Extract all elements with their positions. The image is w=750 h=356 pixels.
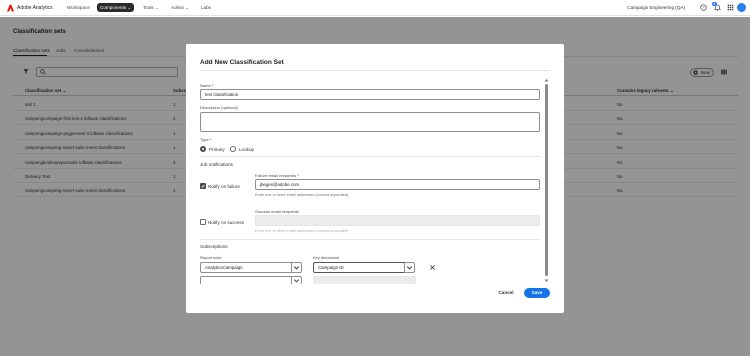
dialog-title: Add New Classification Set [200, 59, 284, 66]
cancel-button[interactable]: Cancel [493, 288, 519, 298]
svg-text:?: ? [702, 5, 705, 10]
report-suite-select[interactable]: AnalyticsCampaign [200, 262, 292, 273]
failure-email-field[interactable]: jbeges@adobe.com [255, 179, 540, 190]
nav-components[interactable]: Components ⌄ [97, 3, 135, 12]
report-suite-dropdown-button-new[interactable] [291, 276, 302, 284]
success-email-field[interactable] [255, 215, 540, 226]
chevron-down-icon [293, 266, 300, 270]
nav-tools-label: Tools [143, 5, 154, 10]
failure-email-label: Failure email recipients * [255, 173, 299, 178]
dialog-divider [200, 70, 550, 71]
report-suite-dropdown-button[interactable] [291, 262, 302, 273]
section-divider [200, 156, 540, 157]
chevron-down-icon: ⌄ [155, 5, 159, 10]
type-lookup-radio[interactable] [230, 146, 236, 152]
nav-admin-label: Admin [171, 5, 185, 10]
checkmark-icon [201, 184, 205, 188]
nav-workspace[interactable]: Workspace [67, 5, 90, 10]
notify-success-checkbox[interactable] [200, 219, 206, 225]
top-nav: Adobe Analytics Workspace Components ⌄ T… [0, 0, 750, 16]
scroll-down-icon[interactable] [544, 279, 549, 283]
key-dimension-dropdown-button[interactable] [404, 262, 415, 273]
job-notifications-title: Job notifications [200, 162, 233, 167]
dialog-scrollbar[interactable] [545, 84, 548, 276]
description-field[interactable] [200, 112, 540, 132]
add-classification-set-dialog: Add New Classification Set Name * test c… [186, 44, 564, 313]
type-primary-radio[interactable] [200, 146, 206, 152]
chevron-down-icon: ⌄ [185, 5, 190, 10]
success-email-label: Success email recipients [255, 209, 300, 214]
avatar[interactable] [737, 3, 746, 12]
nav-labs[interactable]: Labs [201, 5, 211, 10]
type-primary-label: Primary [209, 147, 225, 152]
adobe-logo-icon [7, 4, 14, 12]
chevron-down-icon [406, 266, 413, 270]
description-label: Description (optional) [200, 105, 238, 110]
save-button[interactable]: Save [524, 288, 550, 298]
section-divider [200, 239, 540, 240]
apps-icon[interactable] [727, 4, 734, 11]
report-suite-select-new[interactable] [200, 276, 292, 284]
app-title: Adobe Analytics [17, 5, 53, 11]
failure-email-help: Enter one or more email addresses (comma… [255, 193, 349, 197]
remove-subscription-icon[interactable] [429, 264, 436, 271]
report-suite-label: Report suite [200, 255, 222, 260]
nav-tools[interactable]: Tools ⌄ [143, 5, 159, 11]
success-email-help: Enter one or more email addresses (comma… [255, 229, 349, 233]
help-icon[interactable]: ? [700, 4, 707, 11]
nav-components-label: Components [100, 5, 127, 10]
chevron-down-icon [293, 279, 300, 283]
name-label: Name * [200, 83, 214, 88]
type-label: Type * [200, 137, 212, 142]
subscriptions-title: Subscriptions [200, 244, 228, 249]
notification-badge: 8 [712, 2, 717, 6]
scroll-up-icon[interactable] [544, 78, 549, 82]
type-lookup-label: Lookup [239, 147, 255, 152]
key-dimension-label: Key dimension [313, 255, 340, 260]
notify-failure-label: Notify on failure [208, 184, 240, 189]
org-switcher[interactable]: Campaign Engineering (QA) [627, 5, 685, 10]
notify-failure-checkbox[interactable] [200, 183, 206, 189]
nav-admin[interactable]: Admin ⌄ [171, 5, 189, 11]
name-field[interactable]: test classification [200, 89, 540, 100]
key-dimension-select-new[interactable] [313, 276, 416, 284]
chevron-down-icon: ⌄ [127, 5, 132, 10]
notify-success-label: Notify on success [208, 220, 244, 225]
key-dimension-select[interactable]: Campaign ID [313, 262, 405, 273]
